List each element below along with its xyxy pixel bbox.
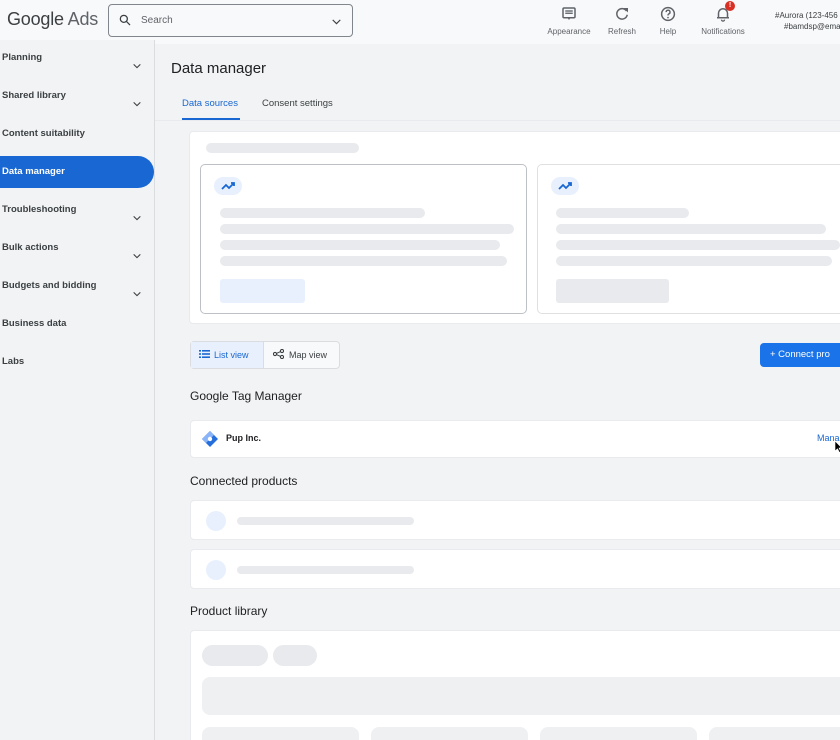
notification-badge: ! — [725, 1, 735, 11]
skeleton-block — [709, 727, 840, 740]
connect-product-button[interactable]: + Connect pro — [760, 343, 840, 367]
skeleton-block — [202, 677, 840, 715]
skeleton-avatar — [206, 560, 226, 580]
search-input[interactable]: Search — [108, 4, 353, 37]
active-tab-indicator — [182, 118, 240, 120]
sidebar-item-planning[interactable]: Planning — [0, 42, 154, 74]
appearance-icon — [546, 5, 592, 23]
tab-consent-settings[interactable]: Consent settings — [262, 98, 333, 109]
list-item[interactable] — [190, 549, 840, 589]
skeleton-chip — [273, 645, 317, 666]
mouse-cursor — [834, 440, 840, 458]
section-title-connected-products: Connected products — [190, 474, 298, 488]
tab-data-sources[interactable]: Data sources — [182, 98, 238, 109]
help-button[interactable]: Help — [655, 5, 681, 36]
skeleton-button — [556, 279, 669, 303]
list-view-button[interactable]: List view — [191, 342, 263, 368]
section-title-gtm: Google Tag Manager — [190, 389, 302, 403]
skeleton-block — [202, 727, 359, 740]
search-placeholder: Search — [141, 15, 173, 26]
search-icon — [118, 13, 132, 32]
gtm-account-row[interactable]: Pup Inc. Mana — [190, 420, 840, 458]
skeleton-line — [220, 256, 507, 266]
sidebar-item-shared-library[interactable]: Shared library — [0, 80, 154, 112]
product-library-card — [190, 630, 840, 740]
section-title-product-library: Product library — [190, 604, 268, 618]
map-view-button[interactable]: Map view — [263, 342, 339, 368]
chevron-down-icon[interactable] — [330, 15, 343, 33]
list-icon — [199, 343, 210, 369]
page-title: Data manager — [171, 60, 267, 77]
share-network-icon — [272, 343, 285, 369]
skeleton-line — [220, 224, 514, 234]
trending-up-icon — [551, 177, 579, 195]
skeleton-chip — [202, 645, 268, 666]
sidebar-item-data-manager[interactable]: Data manager — [0, 156, 154, 188]
skeleton-line — [237, 566, 414, 574]
skeleton-line — [556, 224, 826, 234]
google-ads-logo[interactable]: Google Ads — [7, 9, 98, 30]
refresh-icon — [604, 5, 640, 23]
bell-icon: ! — [697, 1, 749, 23]
list-item[interactable] — [190, 500, 840, 540]
skeleton-line — [556, 256, 832, 266]
sidebar-item-troubleshooting[interactable]: Troubleshooting — [0, 194, 154, 226]
trending-up-icon — [214, 177, 242, 195]
sidebar-item-bulk-actions[interactable]: Bulk actions — [0, 232, 154, 264]
refresh-button[interactable]: Refresh — [604, 5, 640, 36]
notifications-button[interactable]: ! Notifications — [697, 1, 749, 36]
skeleton-line — [220, 208, 425, 218]
sidebar-item-budgets-and-bidding[interactable]: Budgets and bidding — [0, 270, 154, 302]
sidebar-item-business-data[interactable]: Business data — [0, 308, 154, 340]
account-info[interactable]: #Aurora (123-456 #bamdsp@ema — [775, 10, 840, 32]
skeleton-line — [206, 143, 359, 153]
skeleton-button — [220, 279, 305, 303]
help-icon — [655, 5, 681, 23]
sidebar-item-content-suitability[interactable]: Content suitability — [0, 118, 154, 150]
skeleton-line — [556, 240, 840, 250]
skeleton-line — [556, 208, 689, 218]
skeleton-line — [220, 240, 500, 250]
skeleton-line — [237, 517, 414, 525]
tag-manager-icon — [202, 431, 218, 452]
gtm-account-name: Pup Inc. — [226, 433, 262, 443]
skeleton-avatar — [206, 511, 226, 531]
view-toggle: List view Map view — [190, 341, 340, 369]
sidebar-item-labs[interactable]: Labs — [0, 346, 154, 378]
skeleton-block — [540, 727, 697, 740]
skeleton-block — [371, 727, 528, 740]
appearance-button[interactable]: Appearance — [546, 5, 592, 36]
tab-divider — [155, 120, 840, 121]
top-bar: Google Ads Search Appearance Refresh Hel… — [0, 0, 840, 44]
